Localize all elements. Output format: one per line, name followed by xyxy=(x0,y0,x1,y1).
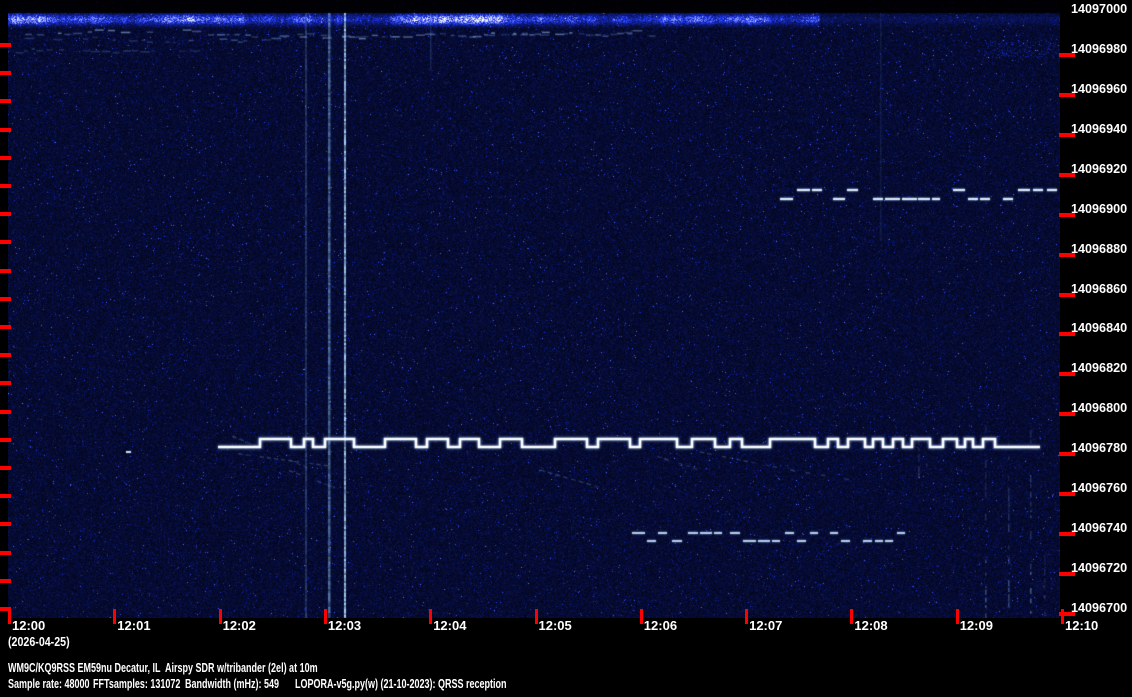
freq-tick-left xyxy=(0,184,11,188)
time-label: 12:02 xyxy=(222,618,256,633)
freq-label: 14096840 xyxy=(1071,320,1128,336)
freq-tick-right xyxy=(1059,572,1075,577)
station-info-line: WM9C/KQ9RSS EM59nu Decatur, IL Airspy SD… xyxy=(8,661,318,675)
time-tick xyxy=(429,609,433,624)
time-tick xyxy=(639,609,643,624)
freq-tick-left xyxy=(0,494,11,499)
freq-tick-right xyxy=(1059,252,1075,257)
freq-label: 14096760 xyxy=(1071,480,1128,496)
freq-tick-right xyxy=(1059,212,1075,217)
freq-tick-right xyxy=(1059,172,1075,177)
freq-label: 14096880 xyxy=(1071,240,1128,256)
freq-tick-right xyxy=(1059,452,1075,457)
time-tick xyxy=(1061,609,1064,624)
spectrogram-canvas xyxy=(8,0,1060,618)
time-tick xyxy=(113,609,117,624)
freq-tick-right xyxy=(1059,492,1075,497)
freq-tick-left xyxy=(0,381,11,386)
time-label: 12:08 xyxy=(854,618,888,633)
fft-samples-label: FFTsamples: 131072 xyxy=(93,677,181,691)
freq-tick-left xyxy=(0,127,11,132)
time-label: 12:04 xyxy=(433,618,467,633)
freq-tick-left xyxy=(0,522,11,527)
freq-tick-right xyxy=(1059,412,1075,417)
freq-tick-left xyxy=(0,43,11,47)
freq-tick-left xyxy=(0,437,11,442)
freq-tick-right xyxy=(1059,292,1075,297)
freq-tick-right xyxy=(1059,372,1075,377)
freq-tick-right xyxy=(1059,132,1075,137)
time-tick xyxy=(745,609,749,624)
freq-tick-left xyxy=(0,240,11,245)
freq-label: 14097000 xyxy=(1071,1,1128,16)
freq-label: 14096740 xyxy=(1071,520,1128,536)
time-label: 12:01 xyxy=(117,618,151,633)
freq-tick-left xyxy=(0,99,11,104)
freq-label: 14096920 xyxy=(1071,160,1128,176)
time-label: 12:09 xyxy=(959,618,993,633)
freq-tick-right xyxy=(1059,332,1075,337)
bandwidth-label: Bandwidth (mHz): 549 xyxy=(185,677,280,691)
qrss-grabber-view: 14097000 14096980 14096960 14096940 14096920… xyxy=(0,0,1132,697)
freq-tick-right xyxy=(1059,532,1075,537)
freq-tick-left xyxy=(0,325,11,329)
freq-label: 14096720 xyxy=(1071,560,1128,576)
freq-tick-left xyxy=(0,466,11,470)
time-tick xyxy=(218,609,222,624)
time-label: 12:00 xyxy=(12,618,46,633)
sample-rate-label: Sample rate: 48000 xyxy=(8,677,90,691)
freq-label: 14096780 xyxy=(1071,440,1128,456)
freq-tick-left xyxy=(0,155,11,160)
freq-label: 14096860 xyxy=(1071,280,1128,296)
software-version-label: LOPORA-v5g.py(w) (21-10-2023): QRSS rece… xyxy=(295,677,507,691)
freq-label: 14096900 xyxy=(1071,200,1128,216)
freq-label: 14096700 xyxy=(1071,599,1128,615)
freq-tick-left xyxy=(0,296,11,301)
freq-tick-left xyxy=(0,212,11,217)
freq-tick-left xyxy=(0,578,11,583)
freq-tick-left xyxy=(0,71,11,76)
time-label: 12:06 xyxy=(643,618,678,633)
time-label: 12:05 xyxy=(538,618,572,633)
time-tick xyxy=(850,609,854,624)
freq-tick-left xyxy=(0,268,11,273)
time-tick xyxy=(323,609,327,624)
time-tick xyxy=(534,609,538,624)
date-label: (2026-04-25) xyxy=(8,634,70,649)
freq-label: 14096940 xyxy=(1071,120,1128,136)
time-label: 12:07 xyxy=(749,618,783,633)
freq-label: 14096980 xyxy=(1071,40,1128,56)
freq-tick-right xyxy=(1059,52,1075,57)
freq-tick-left xyxy=(0,353,11,358)
freq-tick-left xyxy=(0,409,11,414)
freq-tick-left xyxy=(0,550,11,555)
freq-label: 14096800 xyxy=(1071,400,1128,416)
freq-label: 14096960 xyxy=(1071,80,1128,96)
time-tick xyxy=(8,609,11,624)
time-label: 12:03 xyxy=(327,618,362,633)
freq-tick-right xyxy=(1059,92,1075,97)
freq-label: 14096820 xyxy=(1071,360,1128,376)
time-label: 12:10 xyxy=(1065,618,1099,633)
time-tick xyxy=(955,609,959,624)
